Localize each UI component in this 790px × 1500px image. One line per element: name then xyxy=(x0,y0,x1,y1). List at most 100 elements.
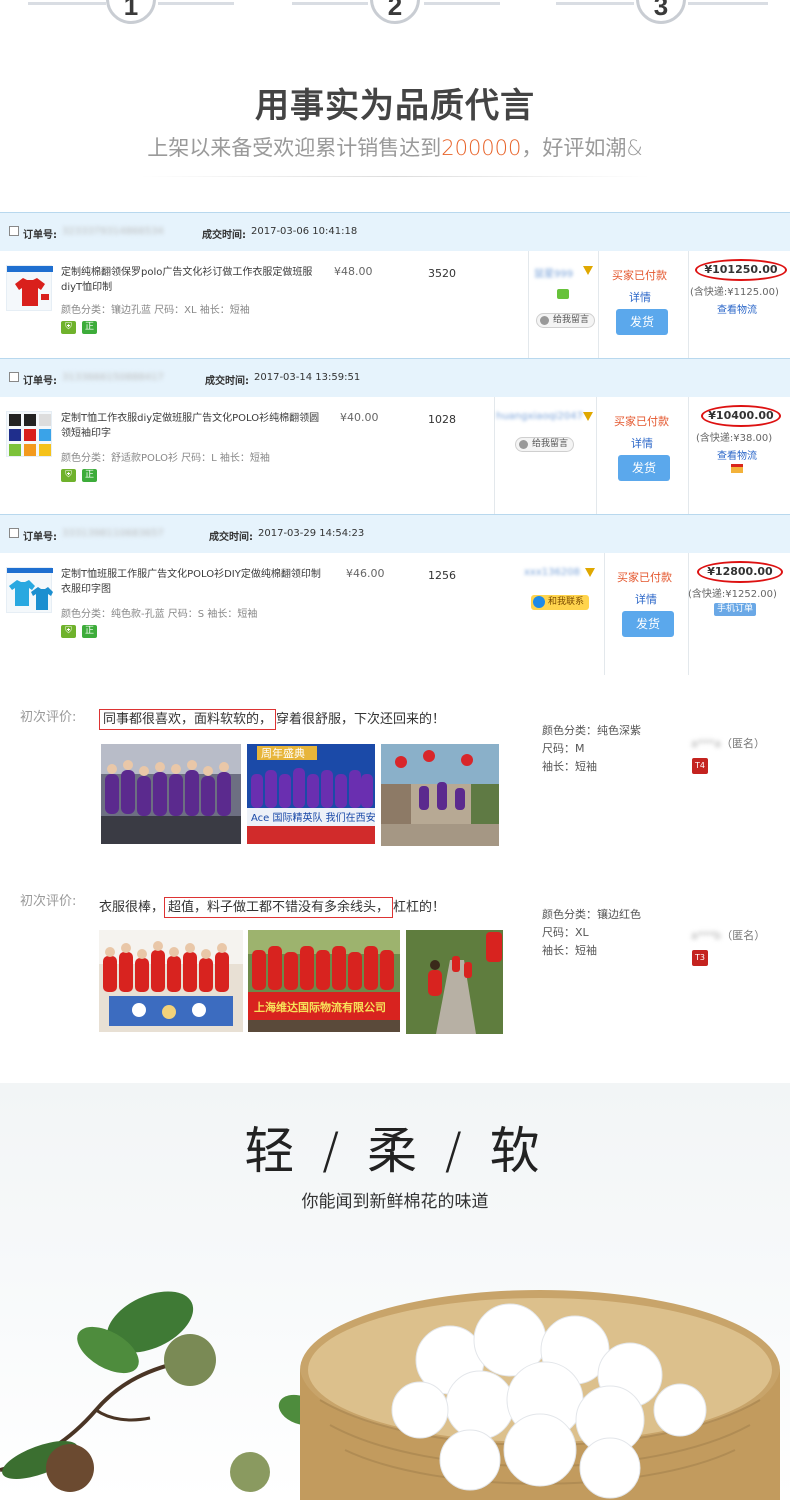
review-rest: 穿着很舒服，下次还回来的！ xyxy=(276,712,446,727)
order-detail-link[interactable]: 详情 xyxy=(635,591,657,607)
order-row: 订单号: 3233379314866534 成交时间: 2017-03-06 1… xyxy=(0,212,790,359)
order-detail-link[interactable]: 详情 xyxy=(631,435,653,451)
review-photo[interactable] xyxy=(406,930,503,1034)
review-photo[interactable]: 周年盛典 Ace 国际精英队 我们在西安 xyxy=(247,744,375,844)
divider xyxy=(140,176,650,177)
order-body: 定制纯棉翻领保罗polo广告文化衫订做工作衣服定做班服diyT恤印制 颜色分类：… xyxy=(0,251,790,359)
quantity: 1256 xyxy=(428,569,456,582)
order-status: 买家已付款 xyxy=(612,269,667,282)
review-attributes: 颜色分类：镶边红色 尺码：XL 袖长：短袖 xyxy=(542,906,641,960)
order-status: 买家已付款 xyxy=(614,415,669,428)
order-body: 定制T恤工作衣服diy定做班服广告文化POLO衫纯棉翻领圆领短袖印字 颜色分类：… xyxy=(0,397,790,515)
card-icon xyxy=(731,464,743,473)
column-divider xyxy=(528,251,529,359)
order-detail-link[interactable]: 详情 xyxy=(629,289,651,305)
review-photo[interactable] xyxy=(101,744,241,844)
level-badge: T3 xyxy=(692,950,708,966)
product-tags: ⛨ 正 xyxy=(61,321,97,334)
ship-button[interactable]: 发货 xyxy=(622,611,674,637)
contact-me-button[interactable]: 和我联系 xyxy=(531,595,590,610)
genuine-icon: 正 xyxy=(82,469,97,482)
step-line xyxy=(292,2,368,5)
order-header: 订单号: 3133666150888417 成交时间: 2017-03-14 1… xyxy=(0,359,790,397)
review-photo[interactable]: 上海维达国际物流有限公司 xyxy=(248,930,400,1032)
review-item: 初次评价: 衣服很棒， 超值，料子做工都不错没有多余线头， 杠杠的！ 上海维达国际物… xyxy=(0,886,790,1046)
filter-icon[interactable] xyxy=(585,568,595,577)
reviewer-name: a***a xyxy=(691,737,721,750)
filter-icon[interactable] xyxy=(583,412,593,421)
buyer-name[interactable]: huangxiaoqi2047 xyxy=(496,411,583,422)
step-line xyxy=(28,2,106,5)
column-divider xyxy=(598,251,599,359)
product-tags: ⛨ 正 xyxy=(61,469,97,482)
order-checkbox[interactable] xyxy=(9,226,19,236)
shipping-fee: (含快递:¥1252.00) xyxy=(688,589,777,600)
order-checkbox[interactable] xyxy=(9,372,19,382)
column-divider xyxy=(688,251,689,359)
leave-message-button[interactable]: 给我留言 xyxy=(536,313,596,328)
step-line xyxy=(158,2,234,5)
product-title[interactable]: 定制T恤工作衣服diy定做班服广告文化POLO衫纯棉翻领圆领短袖印字 xyxy=(61,411,326,441)
order-row: 订单号: 3133666150888417 成交时间: 2017-03-14 1… xyxy=(0,358,790,515)
view-logistics-link[interactable]: 查看物流 xyxy=(717,447,757,462)
banner-subtitle: 你能闻到新鲜棉花的味道 xyxy=(301,1192,489,1212)
cotton-branch xyxy=(0,1291,322,1492)
genuine-icon: 正 xyxy=(82,625,97,638)
step-2: 2 xyxy=(370,0,420,24)
order-total: ¥101250.00 xyxy=(695,259,787,281)
reviewer: a***a（匿名） xyxy=(691,735,765,751)
page-title: 用事实为品质代言 xyxy=(255,86,535,126)
buyer-name[interactable]: 鼠星999 xyxy=(534,265,573,280)
product-title[interactable]: 定制T恤班服工作服广告文化POLO衫DIY定做纯棉翻领印制衣服印字图 xyxy=(61,567,326,597)
quantity: 3520 xyxy=(428,267,456,280)
order-checkbox[interactable] xyxy=(9,528,19,538)
review-photo[interactable] xyxy=(99,930,243,1032)
unit-price: ¥48.00 xyxy=(334,265,373,278)
column-divider xyxy=(494,397,495,515)
chat-icon[interactable] xyxy=(557,289,569,299)
filter-icon[interactable] xyxy=(583,266,593,275)
leave-message-button[interactable]: 给我留言 xyxy=(515,437,575,452)
order-header: 订单号: 3233379314866534 成交时间: 2017-03-06 1… xyxy=(0,213,790,251)
anonymous-label: （匿名） xyxy=(721,929,766,942)
deal-time-label: 成交时间: xyxy=(205,376,249,387)
subtitle-text: 上架以来备受欢迎累计销售达到 xyxy=(147,136,442,160)
order-number-label: 订单号: xyxy=(23,532,57,543)
deal-time-label: 成交时间: xyxy=(209,532,253,543)
ship-button[interactable]: 发货 xyxy=(618,455,670,481)
buyer-name[interactable]: xxx136208 xyxy=(524,567,580,578)
product-thumbnail[interactable] xyxy=(6,265,53,311)
order-number-label: 订单号: xyxy=(23,230,57,241)
genuine-icon: 正 xyxy=(82,321,97,334)
step-3: 3 xyxy=(636,0,686,24)
review-text: 衣服很棒， 超值，料子做工都不错没有多余线头， 杠杠的！ xyxy=(99,896,445,918)
product-tags: ⛨ 正 xyxy=(61,625,97,638)
anonymous-label: （匿名） xyxy=(720,737,765,750)
review-label: 初次评价: xyxy=(20,710,77,725)
shield-icon: ⛨ xyxy=(61,625,76,638)
order-status: 买家已付款 xyxy=(617,571,672,584)
product-spec: 颜色分类：镶边孔蓝 尺码：XL 袖长：短袖 xyxy=(61,305,250,316)
order-header: 订单号: 3331398110683657 成交时间: 2017-03-29 1… xyxy=(0,515,790,553)
step-line xyxy=(424,2,500,5)
ship-button[interactable]: 发货 xyxy=(616,309,668,335)
order-list: 订单号: 3233379314866534 成交时间: 2017-03-06 1… xyxy=(0,212,790,675)
attr-sleeve: 袖长：短袖 xyxy=(542,760,597,773)
product-thumbnail[interactable] xyxy=(6,411,52,457)
page-subtitle: 上架以来备受欢迎累计销售达到200000，好评如潮& xyxy=(0,132,790,162)
deal-time: 2017-03-14 13:59:51 xyxy=(254,372,361,383)
review-text: 同事都很喜欢，面料软软的， 穿着很舒服，下次还回来的！ xyxy=(99,708,446,730)
unit-price: ¥46.00 xyxy=(346,567,385,580)
review-label: 初次评价: xyxy=(20,894,77,909)
order-body: 定制T恤班服工作服广告文化POLO衫DIY定做纯棉翻领印制衣服印字图 颜色分类：… xyxy=(0,553,790,675)
product-title[interactable]: 定制纯棉翻领保罗polo广告文化衫订做工作衣服定做班服diyT恤印制 xyxy=(61,265,326,295)
shipping-fee: (含快递:¥1125.00) xyxy=(690,287,779,298)
step-line xyxy=(688,2,768,5)
level-badge: T4 xyxy=(692,758,708,774)
banner-text: 周年盛典 xyxy=(261,746,305,760)
view-logistics-link[interactable]: 查看物流 xyxy=(717,301,757,316)
product-thumbnail[interactable] xyxy=(6,567,53,613)
review-photo[interactable] xyxy=(381,744,499,846)
attr-size: 尺码：XL xyxy=(542,926,589,939)
deal-time: 2017-03-29 14:54:23 xyxy=(258,528,365,539)
